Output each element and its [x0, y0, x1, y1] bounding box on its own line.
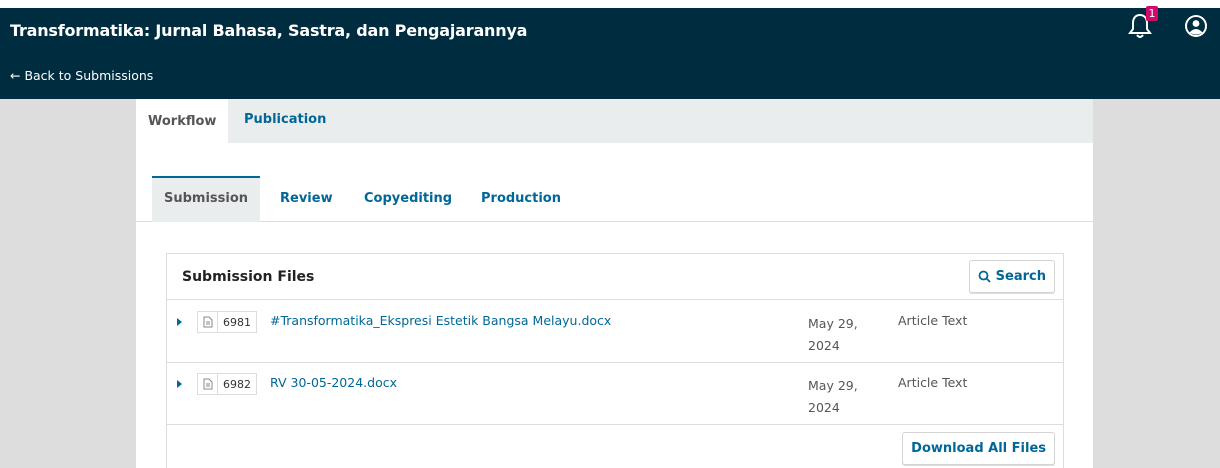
workflow-panel: Submission Review Copyediting Production…: [136, 143, 1093, 468]
publication-tabs: Workflow Publication: [136, 99, 1093, 143]
submission-files-title: Submission Files: [182, 269, 315, 285]
file-date-line: May 29,: [808, 378, 858, 393]
expand-caret-icon[interactable]: [177, 380, 182, 388]
header-bar: Transformatika: Jurnal Bahasa, Sastra, d…: [0, 8, 1220, 99]
search-label: Search: [995, 269, 1046, 284]
tab-review[interactable]: Review: [280, 176, 333, 222]
file-date: May 29, 2024: [808, 375, 868, 419]
submission-files-header: Submission Files Search: [167, 254, 1063, 300]
file-date: May 29, 2024: [808, 313, 868, 357]
file-date-year: 2024: [808, 400, 840, 415]
file-id-badge: 6982: [197, 373, 257, 395]
file-type: Article Text: [898, 313, 968, 328]
tab-submission[interactable]: Submission: [152, 176, 260, 222]
user-icon[interactable]: [1184, 14, 1208, 38]
stage-tabs: Submission Review Copyediting Production: [136, 176, 1093, 222]
back-to-submissions-link[interactable]: ← Back to Submissions: [10, 68, 153, 83]
submission-files-grid: Submission Files Search 6981 #Transforma…: [166, 253, 1064, 468]
tab-copyediting[interactable]: Copyediting: [364, 176, 452, 222]
tab-publication[interactable]: Publication: [232, 99, 338, 143]
file-type: Article Text: [898, 375, 968, 390]
file-date-line: May 29,: [808, 316, 858, 331]
file-name-link[interactable]: #Transformatika_Ekspresi Estetik Bangsa …: [270, 313, 611, 328]
search-button[interactable]: Search: [968, 260, 1055, 293]
notification-count-badge: 1: [1146, 6, 1158, 21]
search-icon: [978, 270, 991, 283]
tab-production[interactable]: Production: [481, 176, 561, 222]
download-all-files-button[interactable]: Download All Files: [902, 432, 1055, 465]
tab-workflow[interactable]: Workflow: [136, 99, 228, 143]
journal-title: Transformatika: Jurnal Bahasa, Sastra, d…: [10, 21, 528, 40]
file-id-badge: 6981: [197, 311, 257, 333]
file-row: 6982 RV 30-05-2024.docx May 29, 2024 Art…: [167, 363, 1063, 425]
file-id: 6982: [223, 377, 251, 391]
document-icon: [198, 374, 218, 394]
file-name-link[interactable]: RV 30-05-2024.docx: [270, 375, 397, 390]
file-date-year: 2024: [808, 338, 840, 353]
file-id: 6981: [223, 315, 251, 329]
document-icon: [198, 312, 218, 332]
file-row: 6981 #Transformatika_Ekspresi Estetik Ba…: [167, 301, 1063, 363]
expand-caret-icon[interactable]: [177, 318, 182, 326]
